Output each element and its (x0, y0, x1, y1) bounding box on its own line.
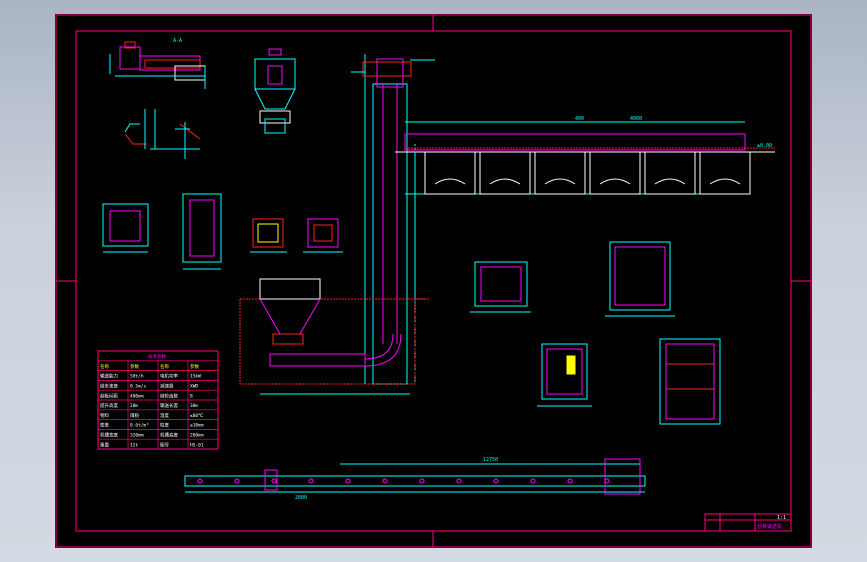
cross-section-2 (605, 241, 675, 317)
top-left-assembly-view (109, 41, 206, 89)
table-cell: ≤80℃ (190, 413, 204, 419)
chain-hole (382, 478, 388, 484)
table-cell: 8 (190, 393, 193, 399)
table-cell: 0.6t/m³ (130, 423, 149, 429)
dim-bottom-seg: 2000 (295, 495, 307, 501)
table-cell: 400mm (130, 393, 144, 399)
parameter-table: 技术参数名称 参数 名称 参数输送能力 50t/h 电机功率 15kW 链条速度 0.5m/s 减… (97, 350, 219, 450)
flange-detail-2 (182, 193, 222, 270)
table-header-cell: 参数 (190, 363, 199, 370)
dim-bottom-total: 12750 (483, 457, 498, 463)
table-cell: 链轮齿数 (160, 392, 178, 399)
chain-holes (197, 478, 610, 484)
title-cell: 刮板输送机 (757, 523, 782, 530)
support-arc (709, 178, 741, 185)
support-arc (434, 178, 466, 185)
support-arc (654, 178, 686, 185)
table-cell: 输送能力 (100, 373, 118, 380)
chain-hole (419, 478, 425, 484)
support-arc (599, 178, 631, 185)
table-cell: 温度 (160, 412, 169, 419)
table-cell: 0.5m/s (130, 383, 147, 389)
table-cell: 粒度 (160, 422, 169, 429)
table-title: 技术参数 (148, 353, 166, 360)
table-cell: 密度 (100, 422, 109, 429)
elevator-head (351, 59, 435, 77)
nozzle-detail (124, 109, 201, 159)
vertical-elevator-casing (364, 54, 416, 385)
table-cell: 输送长度 (160, 402, 178, 409)
chain-hole (234, 478, 240, 484)
conveyor-support-bay (424, 151, 476, 195)
conveyor-support-bay (534, 151, 586, 195)
chain-hole (308, 478, 314, 484)
table-cell: 图号 (160, 442, 169, 448)
chain-hole (456, 478, 462, 484)
chain-hole (604, 478, 610, 484)
chain-hole (271, 478, 277, 484)
table-cell: 电机功率 (160, 373, 178, 380)
table-cell: 煤粉 (130, 412, 139, 419)
support-arc (544, 178, 576, 185)
conveyor-support-bay (589, 151, 641, 195)
drawing-sheet: A-A 技术参数 名称 参数 名称 参数 输送能力 50t/h 电机功率 15k… (55, 14, 812, 548)
table-cell: HS-01 (190, 442, 204, 448)
cross-section-1 (470, 261, 531, 313)
table-cell: 20m (130, 403, 138, 409)
conveyor-support-bay (479, 151, 531, 195)
horizontal-conveyor (395, 121, 775, 312)
pit-section (239, 278, 430, 395)
table-cell: 15kW (190, 374, 201, 380)
table-cell: 50t/h (130, 374, 144, 380)
plate-detail-1 (250, 218, 287, 253)
table-header-cell: 参数 (130, 363, 139, 370)
table-cell: 320mm (130, 432, 144, 438)
table-cell: 刮板间距 (100, 392, 118, 399)
chain-hole (197, 478, 203, 484)
frame-center-marks (56, 15, 811, 547)
hopper-view (254, 48, 296, 134)
table-cell: 机槽宽度 (100, 431, 118, 438)
conveyor-support-bay (644, 151, 696, 195)
inner-frame (75, 30, 792, 532)
table-cell: 重量 (100, 441, 109, 448)
table-cell: 12t (130, 442, 138, 448)
support-arc (489, 178, 521, 185)
chain-hole (493, 478, 499, 484)
section-label-a: A-A (173, 38, 182, 44)
dim-conveyor-top: 400 (575, 116, 584, 122)
chain-hole (345, 478, 351, 484)
cad-drawing: A-A 技术参数名称 参数 名称 参数输送能力 50t/h 电机功率 15kW链… (55, 14, 812, 548)
viewport: A-A 技术参数 名称 参数 名称 参数 输送能力 50t/h 电机功率 15k… (0, 0, 867, 562)
chain-elevation (184, 458, 646, 495)
table-header-cell: 名称 (160, 363, 169, 370)
scale-label: 1:1 (777, 515, 786, 521)
conveyor-support-bay (699, 151, 751, 195)
housing-view (659, 338, 721, 425)
level-mark: ±0.00 (757, 143, 772, 149)
plate-detail-2 (303, 218, 343, 253)
table-cell: 机槽高度 (160, 431, 178, 438)
table-cell: 30m (190, 403, 198, 409)
table-cell: ≤10mm (190, 423, 204, 429)
dim-conveyor-mid: 4000 (630, 116, 642, 122)
table-cell: 物料 (100, 412, 109, 419)
drive-unit-view (537, 343, 592, 407)
table-cell: 260mm (190, 432, 204, 438)
table-cell: 减速器 (160, 382, 174, 389)
chain-hole (530, 478, 536, 484)
flange-detail-1 (102, 203, 149, 253)
outer-frame (55, 14, 812, 548)
table-cell: XWD (190, 383, 198, 389)
table-cell: 提升高度 (100, 402, 118, 409)
table-cell: 链条速度 (100, 382, 118, 389)
chain-hole (567, 478, 573, 484)
conveyor-supports (424, 151, 751, 195)
table-header-cell: 名称 (100, 363, 109, 370)
